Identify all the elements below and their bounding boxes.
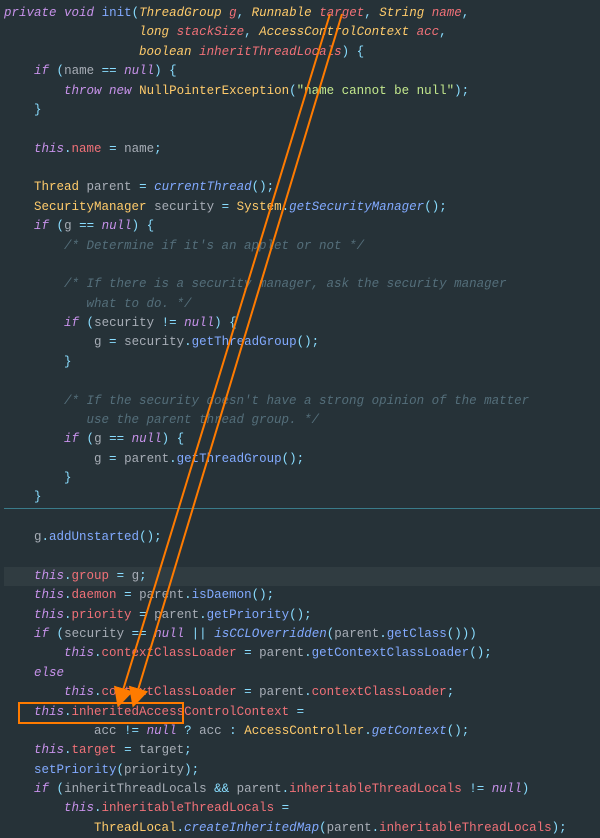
code-line: } <box>4 353 600 372</box>
code-line: acc != null ? acc : AccessController.get… <box>4 722 600 741</box>
code-line: if (inheritThreadLocals && parent.inheri… <box>4 780 600 799</box>
code-line: this.target = target; <box>4 741 600 760</box>
code-line: ThreadLocal.createInheritedMap(parent.in… <box>4 819 600 838</box>
code-line-current: this.group = g; <box>4 567 600 586</box>
code-line: if (g == null) { <box>4 217 600 236</box>
code-line <box>4 509 600 528</box>
code-line: /* If there is a security manager, ask t… <box>4 275 600 294</box>
code-line: } <box>4 488 600 507</box>
code-line: /* Determine if it's an applet or not */ <box>4 237 600 256</box>
code-line <box>4 159 600 178</box>
code-line <box>4 256 600 275</box>
code-line: this.contextClassLoader = parent.context… <box>4 683 600 702</box>
code-line: if (name == null) { <box>4 62 600 81</box>
code-line: boolean inheritThreadLocals) { <box>4 43 600 62</box>
code-line: this.name = name; <box>4 140 600 159</box>
code-line: what to do. */ <box>4 295 600 314</box>
code-line: } <box>4 469 600 488</box>
code-line: /* If the security doesn't have a strong… <box>4 392 600 411</box>
code-line: g.addUnstarted(); <box>4 528 600 547</box>
code-line: } <box>4 101 600 120</box>
code-line <box>4 548 600 567</box>
code-line: if (security != null) { <box>4 314 600 333</box>
code-line: g = security.getThreadGroup(); <box>4 333 600 352</box>
code-line <box>4 120 600 139</box>
code-line: if (g == null) { <box>4 430 600 449</box>
code-line <box>4 372 600 391</box>
code-line: else <box>4 664 600 683</box>
code-line: this.priority = parent.getPriority(); <box>4 606 600 625</box>
code-line: throw new NullPointerException("name can… <box>4 82 600 101</box>
code-line: this.contextClassLoader = parent.getCont… <box>4 644 600 663</box>
code-line: this.daemon = parent.isDaemon(); <box>4 586 600 605</box>
code-line: long stackSize, AccessControlContext acc… <box>4 23 600 42</box>
code-line: private void init(ThreadGroup g, Runnabl… <box>4 4 600 23</box>
code-editor[interactable]: private void init(ThreadGroup g, Runnabl… <box>0 0 600 766</box>
code-line: use the parent thread group. */ <box>4 411 600 430</box>
code-line: this.inheritableThreadLocals = <box>4 799 600 818</box>
code-line: Thread parent = currentThread(); <box>4 178 600 197</box>
code-line: this.inheritedAccessControlContext = <box>4 703 600 722</box>
code-line: if (security == null || isCCLOverridden(… <box>4 625 600 644</box>
code-line: g = parent.getThreadGroup(); <box>4 450 600 469</box>
code-line: SecurityManager security = System.getSec… <box>4 198 600 217</box>
code-line: setPriority(priority); <box>4 761 600 780</box>
